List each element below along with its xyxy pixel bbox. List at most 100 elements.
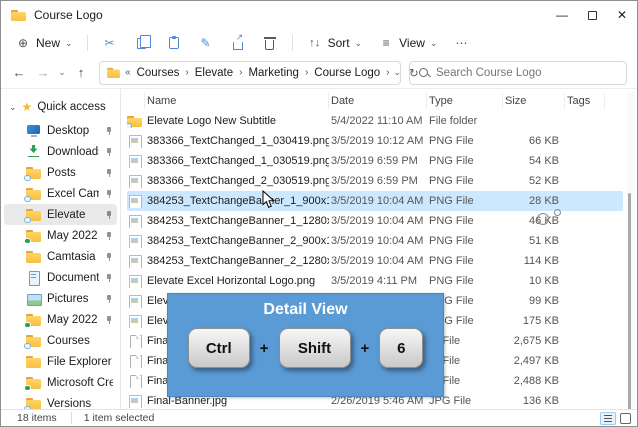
file-date: 5/4/2022 11:10 AM [329,115,427,127]
click-indicator-circle [537,213,549,225]
window-title: Course Logo [34,8,103,22]
thumbnails-view-toggle[interactable] [620,413,631,424]
breadcrumb-item-courses[interactable]: Courses [135,67,182,79]
sidebar-item-may-2022-event[interactable]: May 2022 Event [4,309,117,330]
rename-button[interactable]: ✎ [190,32,222,54]
rename-icon: ✎ [198,35,214,51]
file-type-icon [127,135,142,148]
file-type-icon [127,355,142,368]
recent-locations-button[interactable]: ⌄ [55,67,69,78]
sidebar-item-icon [26,145,41,158]
view-button[interactable]: ≡ View ⌄ [370,32,445,54]
address-dropdown-chevron[interactable]: ⌄ [393,67,401,78]
cut-button[interactable]: ✂ [94,32,126,54]
file-type-icon [127,255,142,268]
file-size: 136 KB [503,395,565,407]
column-header-size[interactable]: Size [503,93,565,109]
search-box[interactable] [409,61,627,85]
breadcrumb-overflow[interactable]: « [125,67,131,78]
sidebar-item-pictures[interactable]: Pictures [4,288,117,309]
sidebar-item-microsoft-creators-v[interactable]: Microsoft Creators V [4,372,117,393]
sidebar-item-label: Versions [47,398,113,410]
share-button[interactable] [222,32,254,54]
scrollbar-thumb[interactable] [628,193,631,427]
sidebar-item-label: May 2022 Event [47,314,99,326]
table-row[interactable]: Elevate Logo New Subtitle 5/4/2022 11:10… [127,111,623,131]
title-bar: Course Logo — ✕ [1,1,637,29]
column-header-type[interactable]: Type [427,93,503,109]
sidebar-item-label: Excel Campus [47,188,99,200]
table-row[interactable]: 383366_TextChanged_1_030519.png 3/5/2019… [127,151,623,171]
pin-icon [105,210,113,219]
sidebar-item-label: Desktop [47,125,99,137]
sidebar-item-excel-campus[interactable]: Excel Campus [4,183,117,204]
close-button[interactable]: ✕ [607,1,637,29]
sidebar-item-quick-access[interactable]: ⌄ ★ Quick access [1,97,120,120]
view-icon: ≡ [378,35,394,51]
details-view-toggle[interactable] [600,412,616,425]
file-name: 383366_TextChanged_1_030519.png [145,155,329,167]
mouse-cursor [262,190,275,214]
search-input[interactable] [436,67,596,79]
sidebar-item-icon [26,124,41,137]
file-type-icon [127,175,142,188]
column-header-name[interactable]: Name [145,93,329,109]
sidebar-item-elevate[interactable]: Elevate [4,204,117,225]
file-type: PNG File [427,195,503,207]
breadcrumb[interactable]: « Courses › Elevate › Marketing › Course… [99,61,401,85]
sidebar-item-camtasia-studio[interactable]: Camtasia Studio [4,246,117,267]
paste-button[interactable] [158,32,190,54]
file-type: PNG File [427,175,503,187]
forward-button[interactable]: → [31,65,55,80]
pin-icon [105,273,113,282]
pin-icon [105,189,113,198]
table-row[interactable]: 384253_TextChangeBanner_1_900x152_030419… [127,191,623,211]
file-size: 2,497 KB [503,355,565,367]
file-type: PNG File [427,235,503,247]
file-date: 3/5/2019 10:04 AM [329,215,427,227]
breadcrumb-item-elevate[interactable]: Elevate [193,67,235,79]
new-button[interactable]: ⊕ New ⌄ [7,32,81,54]
sidebar-item-label: File Explorer Shortcu [47,356,113,368]
delete-button[interactable] [254,32,286,54]
file-date: 3/5/2019 10:12 AM [329,135,427,147]
table-row[interactable]: 383366_TextChanged_1_030419.png 3/5/2019… [127,131,623,151]
sidebar-item-documents[interactable]: Documents [4,267,117,288]
file-type-icon [127,375,142,388]
table-row[interactable]: 384253_TextChangeBanner_2_1280x720_03041… [127,251,623,271]
copy-button[interactable] [126,32,158,54]
minimize-button[interactable]: — [547,1,577,29]
breadcrumb-item-course-logo[interactable]: Course Logo [312,67,382,79]
table-row[interactable]: 383366_TextChanged_2_030519.png 3/5/2019… [127,171,623,191]
navigation-pane: ⌄ ★ Quick access Desktop Downloads Posts… [1,89,121,409]
file-name: Elevate Logo New Subtitle [145,115,329,127]
maximize-button[interactable] [577,1,607,29]
sort-button[interactable]: ↑↓ Sort ⌄ [299,32,371,54]
file-date: 3/5/2019 6:59 PM [329,175,427,187]
file-type-icon [127,275,142,288]
breadcrumb-item-marketing[interactable]: Marketing [246,67,301,79]
file-type-icon [127,115,142,128]
table-row[interactable]: 384253_TextChangeBanner_2_900x175_030419… [127,231,623,251]
table-row[interactable]: Elevate Excel Horizontal Logo.png 3/5/20… [127,271,623,291]
chevron-down-icon[interactable]: ⌄ [9,102,17,113]
sidebar-item-courses[interactable]: Courses [4,330,117,351]
sidebar-item-versions[interactable]: Versions [4,393,117,409]
vertical-scrollbar[interactable] [627,91,635,407]
file-type-icon [127,195,142,208]
back-button[interactable]: ← [7,65,31,80]
sidebar-item-may-2022[interactable]: May 2022 [4,225,117,246]
column-header-tags[interactable]: Tags [565,93,605,109]
column-header-date[interactable]: Date [329,93,427,109]
sidebar-item-file-explorer-shortcu[interactable]: File Explorer Shortcu [4,351,117,372]
pin-icon [105,252,113,261]
trash-icon [262,35,278,51]
status-bar: 18 items 1 item selected [1,409,637,426]
sidebar-item-posts[interactable]: Posts [4,162,117,183]
sidebar-item-downloads[interactable]: Downloads [4,141,117,162]
file-type: PNG File [427,135,503,147]
file-name: 384253_TextChangeBanner_2_1280x720_03041… [145,255,329,267]
sidebar-item-desktop[interactable]: Desktop [4,120,117,141]
more-options-button[interactable]: ⋯ [445,32,477,54]
up-button[interactable]: ↑ [69,65,93,80]
